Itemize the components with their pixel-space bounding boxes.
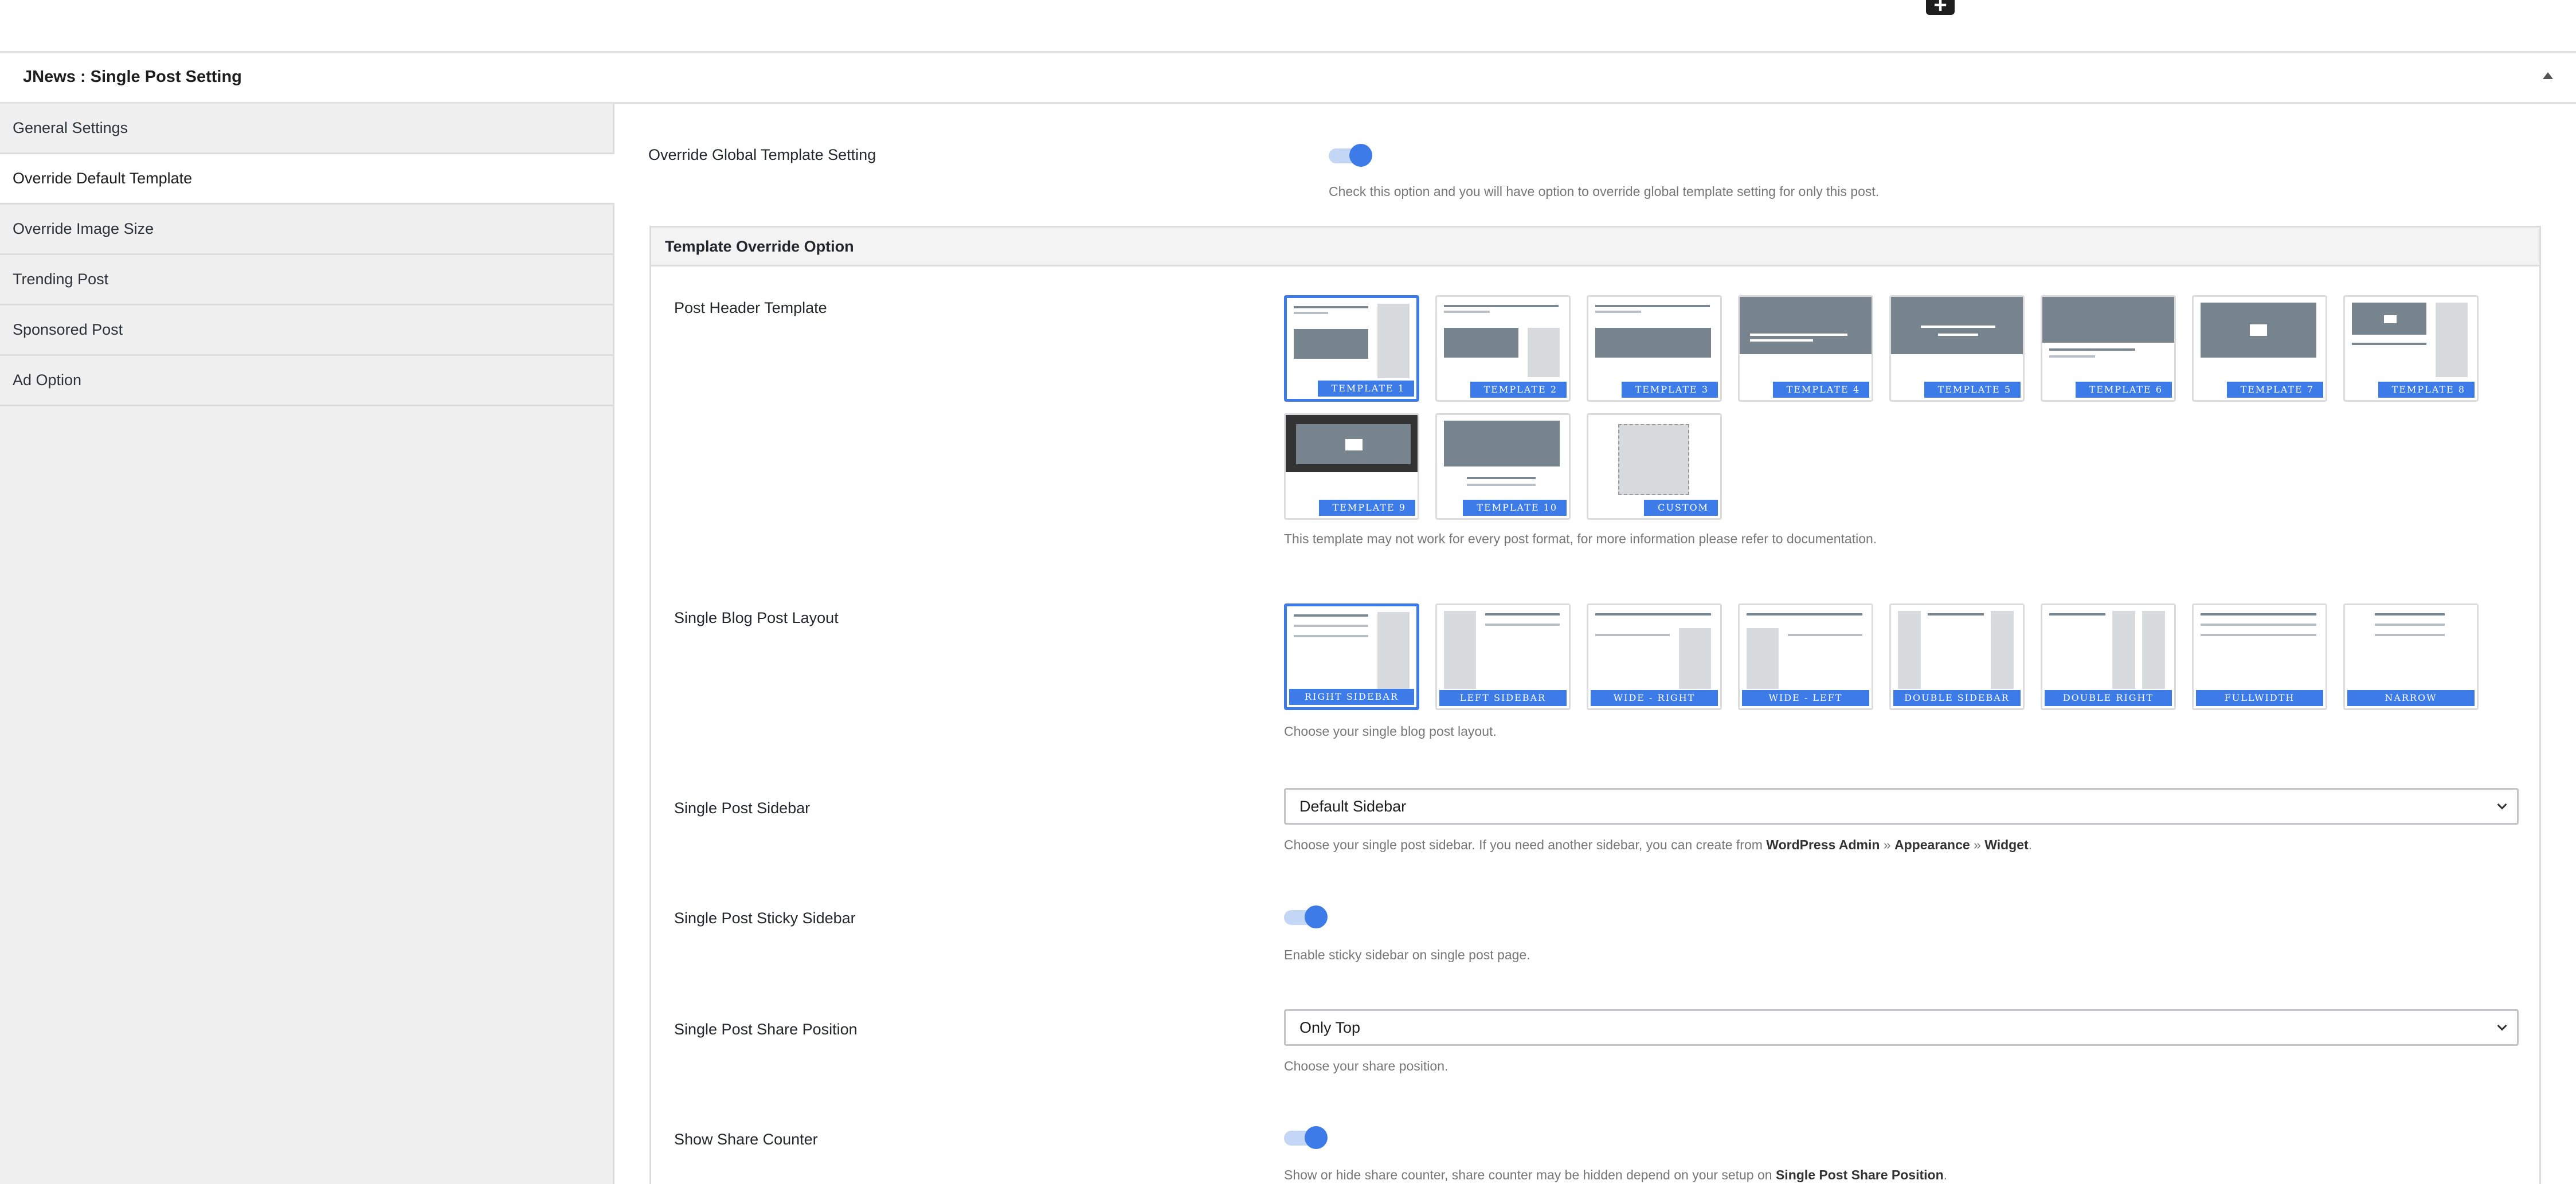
sidebar-item-override-default-template[interactable]: Override Default Template [0, 154, 614, 205]
layout-left-sidebar-option[interactable]: LEFT SIDEBAR [1435, 603, 1571, 710]
layout-wide-right-sidebar-option[interactable]: WIDE - RIGHT SIDEBAR [1587, 603, 1722, 710]
header-template-3-option[interactable]: TEMPLATE 3 [1587, 295, 1722, 402]
template-3-label: TEMPLATE 3 [1621, 382, 1718, 398]
layout-fullwidth-option[interactable]: FULLWIDTH [2192, 603, 2327, 710]
share-position-label: Single Post Share Position [674, 1021, 858, 1038]
template-custom-label: CUSTOM [1644, 500, 1718, 516]
layout-double-sidebar-label: DOUBLE SIDEBAR [1893, 690, 2021, 706]
share-counter-toggle[interactable] [1284, 1126, 1328, 1149]
sticky-sidebar-label: Single Post Sticky Sidebar [674, 909, 856, 927]
chevron-down-icon [2497, 1021, 2507, 1031]
template-8-label: TEMPLATE 8 [2378, 382, 2475, 398]
toggle-knob [1305, 1126, 1328, 1149]
layout-left-sidebar-label: LEFT SIDEBAR [1439, 690, 1567, 706]
layout-fullwidth-label: FULLWIDTH [2196, 690, 2323, 706]
override-global-description: Check this option and you will have opti… [1329, 184, 1880, 199]
toggle-knob [1305, 905, 1328, 928]
template-7-label: TEMPLATE 7 [2226, 382, 2323, 398]
settings-sidebar: General Settings Override Default Templa… [0, 104, 614, 1184]
sidebar-item-general-settings[interactable]: General Settings [0, 104, 613, 154]
sidebar-item-override-image-size[interactable]: Override Image Size [0, 205, 613, 255]
editor-top-bar: + [0, 0, 2576, 53]
template-5-label: TEMPLATE 5 [1924, 382, 2021, 398]
metabox-header[interactable]: JNews : Single Post Setting [0, 53, 2576, 104]
layout-wide-left-sidebar-label: WIDE - LEFT SIDEBAR [1742, 690, 1869, 706]
layout-double-sidebar-option[interactable]: DOUBLE SIDEBAR [1889, 603, 2025, 710]
widget-link: Widget [1984, 837, 2029, 852]
post-header-description: This template may not work for every pos… [1284, 531, 1877, 546]
layout-wide-left-sidebar-option[interactable]: WIDE - LEFT SIDEBAR [1738, 603, 1873, 710]
post-layout-label: Single Blog Post Layout [674, 609, 839, 626]
header-template-9-option[interactable]: TEMPLATE 9 [1284, 413, 1419, 520]
layout-narrow-option[interactable]: NARROW [2343, 603, 2479, 710]
template-4-label: TEMPLATE 4 [1772, 382, 1869, 398]
sidebar-item-ad-option[interactable]: Ad Option [0, 356, 613, 406]
share-position-value: Only Top [1299, 1019, 1361, 1036]
layout-right-sidebar-label: RIGHT SIDEBAR [1289, 689, 1414, 705]
post-header-template-options: TEMPLATE 1 TEMPLATE 2 TEMPLATE 3 TEMPLAT… [1284, 295, 2545, 531]
settings-main: Override Global Template Setting Check t… [615, 104, 2576, 1184]
post-header-template-label: Post Header Template [674, 299, 827, 316]
appearance-link: Appearance [1894, 837, 1970, 852]
post-sidebar-select[interactable]: Default Sidebar [1284, 788, 2519, 825]
template-9-label: TEMPLATE 9 [1318, 500, 1415, 516]
post-sidebar-value: Default Sidebar [1299, 798, 1407, 815]
template-2-label: TEMPLATE 2 [1470, 382, 1567, 398]
share-counter-label: Show Share Counter [674, 1131, 818, 1148]
header-template-1-option[interactable]: TEMPLATE 1 [1284, 295, 1419, 402]
template-6-label: TEMPLATE 6 [2075, 382, 2172, 398]
sticky-sidebar-description: Enable sticky sidebar on single post pag… [1284, 947, 1530, 962]
template-10-label: TEMPLATE 10 [1463, 500, 1567, 516]
layout-right-sidebar-option[interactable]: RIGHT SIDEBAR [1284, 603, 1419, 710]
post-sidebar-label: Single Post Sidebar [674, 799, 811, 817]
sidebar-item-sponsored-post[interactable]: Sponsored Post [0, 305, 613, 356]
override-global-toggle[interactable] [1329, 144, 1372, 167]
sidebar-item-trending-post[interactable]: Trending Post [0, 255, 613, 305]
header-template-10-option[interactable]: TEMPLATE 10 [1435, 413, 1571, 520]
header-template-2-option[interactable]: TEMPLATE 2 [1435, 295, 1571, 402]
post-layout-description: Choose your single blog post layout. [1284, 724, 1497, 739]
share-counter-description: Show or hide share counter, share counte… [1284, 1167, 1948, 1182]
template-override-title: Template Override Option [651, 228, 2539, 266]
toggle-knob [1349, 144, 1372, 167]
chevron-down-icon [2497, 799, 2507, 810]
header-template-custom-option[interactable]: CUSTOM [1587, 413, 1722, 520]
wordpress-admin-link: WordPress Admin [1766, 837, 1880, 852]
header-template-7-option[interactable]: TEMPLATE 7 [2192, 295, 2327, 402]
post-sidebar-description: Choose your single post sidebar. If you … [1284, 837, 2033, 852]
layout-double-right-sidebar-label: DOUBLE RIGHT SIDEBAR [2045, 690, 2172, 706]
template-1-label: TEMPLATE 1 [1317, 381, 1414, 397]
header-template-5-option[interactable]: TEMPLATE 5 [1889, 295, 2025, 402]
collapse-caret-icon[interactable] [2543, 72, 2553, 79]
metabox-title: JNews : Single Post Setting [23, 68, 242, 86]
layout-wide-right-sidebar-label: WIDE - RIGHT SIDEBAR [1591, 690, 1718, 706]
post-layout-options: RIGHT SIDEBAR LEFT SIDEBAR WIDE - RIGHT … [1284, 603, 2545, 722]
template-override-box: Template Override Option Post Header Tem… [649, 226, 2541, 1184]
header-template-8-option[interactable]: TEMPLATE 8 [2343, 295, 2479, 402]
layout-narrow-label: NARROW [2347, 690, 2475, 706]
override-global-label: Override Global Template Setting [648, 146, 876, 163]
share-position-select[interactable]: Only Top [1284, 1009, 2519, 1046]
layout-double-right-sidebar-option[interactable]: DOUBLE RIGHT SIDEBAR [2041, 603, 2176, 710]
sticky-sidebar-toggle[interactable] [1284, 905, 1328, 928]
share-position-description: Choose your share position. [1284, 1058, 1448, 1073]
add-block-button[interactable]: + [1926, 0, 1955, 17]
header-template-4-option[interactable]: TEMPLATE 4 [1738, 295, 1873, 402]
header-template-6-option[interactable]: TEMPLATE 6 [2041, 295, 2176, 402]
